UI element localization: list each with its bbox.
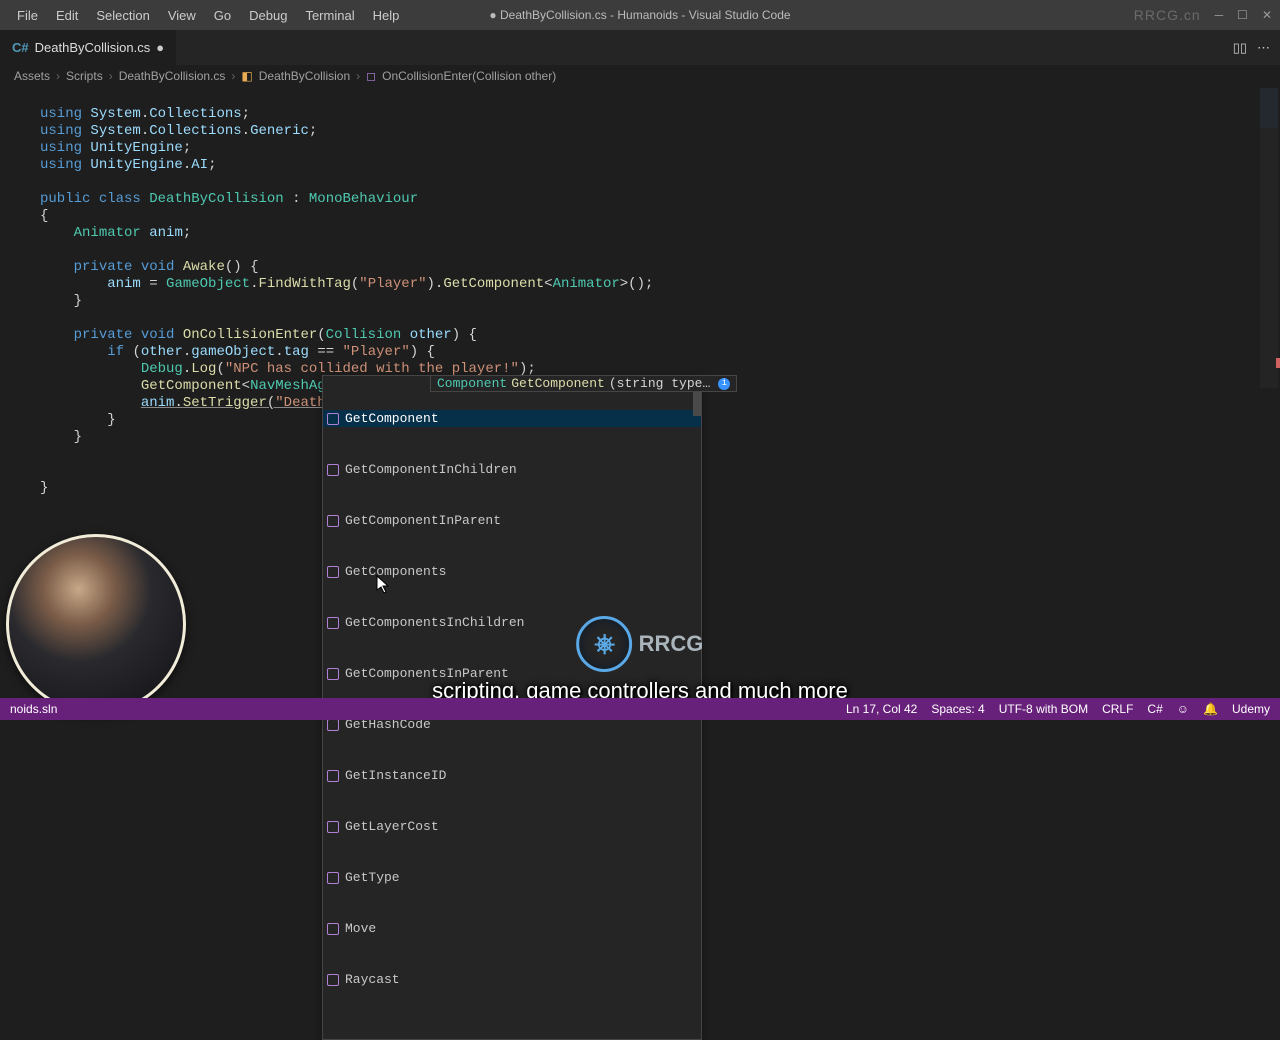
method-icon	[327, 923, 339, 935]
menu-help[interactable]: Help	[364, 4, 409, 27]
method-icon	[327, 821, 339, 833]
ac-item[interactable]: Move	[323, 920, 701, 937]
ac-item[interactable]: GetComponentInParent	[323, 512, 701, 529]
method-icon	[327, 872, 339, 884]
minimize-icon[interactable]: ─	[1215, 8, 1224, 22]
method-icon	[327, 515, 339, 527]
notifications-icon[interactable]: 🔔	[1203, 702, 1218, 716]
ac-item[interactable]: GetComponentInChildren	[323, 461, 701, 478]
status-brand: Udemy	[1232, 702, 1270, 716]
menu-debug[interactable]: Debug	[240, 4, 296, 27]
method-icon	[327, 719, 339, 731]
breadcrumb[interactable]: Assets › Scripts › DeathByCollision.cs ›…	[0, 65, 1280, 87]
status-bar: noids.sln Ln 17, Col 42 Spaces: 4 UTF-8 …	[0, 698, 1280, 720]
ac-item[interactable]: GetComponents	[323, 563, 701, 580]
overlay-logo: ⎈ RRCG	[577, 616, 704, 672]
window-title: ● DeathByCollision.cs - Humanoids - Visu…	[489, 8, 790, 22]
status-eol[interactable]: CRLF	[1102, 702, 1133, 716]
tab-label: DeathByCollision.cs	[35, 40, 151, 55]
tab-deathbycollision[interactable]: C# DeathByCollision.cs ●	[0, 30, 176, 65]
autocomplete-signature-hint: Component GetComponent(string type… i	[430, 375, 737, 392]
menu-bar: File Edit Selection View Go Debug Termin…	[8, 4, 408, 27]
minimap[interactable]	[1260, 88, 1278, 388]
chevron-right-icon: ›	[356, 69, 360, 83]
chevron-right-icon: ›	[231, 69, 235, 83]
bc-assets[interactable]: Assets	[14, 69, 50, 83]
bc-scripts[interactable]: Scripts	[66, 69, 103, 83]
menu-terminal[interactable]: Terminal	[296, 4, 363, 27]
menu-file[interactable]: File	[8, 4, 47, 27]
more-actions-icon[interactable]: ⋯	[1257, 40, 1270, 56]
method-icon	[327, 413, 339, 425]
error-marker[interactable]	[1276, 358, 1280, 368]
method-icon	[327, 566, 339, 578]
status-lang[interactable]: C#	[1147, 702, 1162, 716]
watermark-text: RRCG.cn	[1134, 7, 1201, 23]
method-icon	[327, 464, 339, 476]
class-icon: ◧	[241, 69, 252, 83]
chevron-right-icon: ›	[56, 69, 60, 83]
tab-dirty-indicator: ●	[156, 40, 164, 55]
method-icon: ◻	[366, 69, 376, 83]
status-cursor-pos[interactable]: Ln 17, Col 42	[846, 702, 917, 716]
feedback-icon[interactable]: ☺	[1177, 702, 1189, 716]
menu-edit[interactable]: Edit	[47, 4, 87, 27]
menu-go[interactable]: Go	[205, 4, 240, 27]
logo-circle-icon: ⎈	[577, 616, 633, 672]
title-bar: File Edit Selection View Go Debug Termin…	[0, 0, 1280, 30]
menu-view[interactable]: View	[159, 4, 205, 27]
status-solution[interactable]: noids.sln	[10, 702, 57, 716]
ac-item[interactable]: GetType	[323, 869, 701, 886]
method-icon	[327, 668, 339, 680]
split-editor-icon[interactable]: ▯▯	[1233, 40, 1247, 56]
method-icon	[327, 617, 339, 629]
presenter-webcam	[6, 534, 186, 714]
status-encoding[interactable]: UTF-8 with BOM	[999, 702, 1088, 716]
maximize-icon[interactable]: ☐	[1237, 8, 1248, 22]
method-icon	[327, 974, 339, 986]
ac-item[interactable]: GetLayerCost	[323, 818, 701, 835]
ac-item-getcomponent[interactable]: GetComponent	[323, 410, 701, 427]
bc-file[interactable]: DeathByCollision.cs	[119, 69, 226, 83]
tab-bar: C# DeathByCollision.cs ● ▯▯ ⋯	[0, 30, 1280, 65]
bc-method[interactable]: OnCollisionEnter(Collision other)	[382, 69, 556, 83]
chevron-right-icon: ›	[109, 69, 113, 83]
ac-item[interactable]: GetInstanceID	[323, 767, 701, 784]
method-icon	[327, 770, 339, 782]
menu-selection[interactable]: Selection	[87, 4, 158, 27]
bc-class[interactable]: DeathByCollision	[259, 69, 350, 83]
overlay-logo-text: RRCG	[639, 631, 704, 657]
csharp-file-icon: C#	[12, 40, 29, 55]
code-editor[interactable]: using System.Collections; using System.C…	[0, 87, 1280, 582]
video-overlay: ⎈ RRCG scripting, game controllers and m…	[432, 616, 848, 704]
status-indent[interactable]: Spaces: 4	[931, 702, 984, 716]
close-icon[interactable]: ✕	[1262, 8, 1272, 22]
info-icon[interactable]: i	[718, 378, 730, 390]
ac-item[interactable]: Raycast	[323, 971, 701, 988]
